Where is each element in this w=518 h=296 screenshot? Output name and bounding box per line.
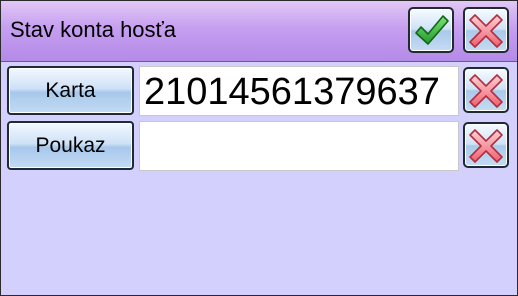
dialog-title: Stav konta hosťa xyxy=(10,17,177,42)
close-icon xyxy=(469,14,503,48)
voucher-field[interactable] xyxy=(139,121,459,171)
clear-voucher-button[interactable] xyxy=(463,122,509,168)
confirm-button[interactable] xyxy=(408,7,454,53)
close-icon xyxy=(469,129,503,163)
check-icon xyxy=(415,15,449,45)
dialog-window: Stav konta hosťa Karta 21014561379637 Po… xyxy=(0,0,518,296)
title-bar: Stav konta hosťa xyxy=(1,1,517,62)
cancel-button[interactable] xyxy=(463,7,509,53)
poukaz-button[interactable]: Poukaz xyxy=(7,121,134,170)
card-number-field[interactable]: 21014561379637 xyxy=(139,66,459,116)
close-icon xyxy=(469,74,503,108)
karta-button[interactable]: Karta xyxy=(7,66,134,115)
card-number-value: 21014561379637 xyxy=(144,71,440,113)
clear-card-button[interactable] xyxy=(463,67,509,113)
